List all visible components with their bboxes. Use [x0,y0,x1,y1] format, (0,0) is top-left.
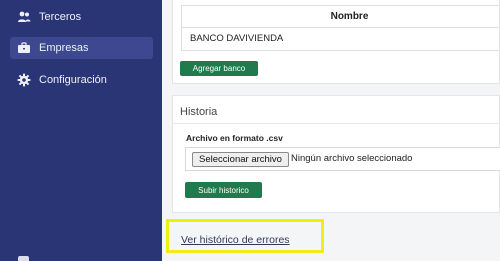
sidebar: Terceros Empresas Configuración [0,0,162,261]
add-bank-button[interactable]: Agregar banco [180,61,258,76]
banks-table: Nombre BANCO DAVIVIENDA [181,5,500,51]
divider [172,123,500,124]
highlight-box [166,219,324,253]
users-icon [18,11,31,22]
file-format-label: Archivo en formato .csv [186,133,283,143]
table-row: BANCO DAVIVIENDA [190,33,284,44]
sidebar-item-label: Empresas [39,42,89,54]
gear-icon [17,73,31,87]
upload-history-button[interactable]: Subir historico [185,182,262,198]
sidebar-item-label: Configuración [39,74,107,86]
file-status-text: Ningún archivo seleccionado [291,153,413,164]
sidebar-bottom-icon[interactable] [18,256,29,261]
sidebar-item-label: Terceros [39,11,82,23]
sidebar-item-terceros[interactable]: Terceros [10,6,153,28]
history-title: Historia [180,106,218,118]
select-file-button[interactable]: Seleccionar archivo [192,152,289,167]
sidebar-item-empresas[interactable]: Empresas [10,37,153,59]
sidebar-item-configuracion[interactable]: Configuración [10,69,153,91]
briefcase-icon [18,42,30,53]
table-header-nombre: Nombre [182,6,500,28]
